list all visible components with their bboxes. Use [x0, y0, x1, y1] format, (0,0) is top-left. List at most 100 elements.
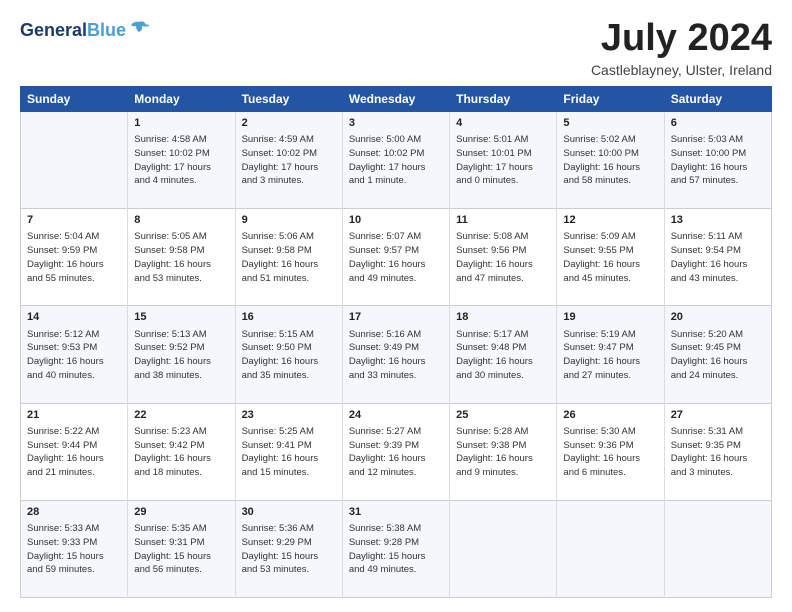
logo-bird-icon	[128, 18, 150, 40]
day-content: Sunrise: 5:03 AM Sunset: 10:00 PM Daylig…	[671, 133, 765, 188]
day-number: 26	[563, 408, 657, 423]
day-content: Sunrise: 5:22 AM Sunset: 9:44 PM Dayligh…	[27, 425, 121, 480]
calendar-cell: 6 Sunrise: 5:03 AM Sunset: 10:00 PM Dayli…	[664, 111, 771, 208]
calendar-cell: 10 Sunrise: 5:07 AM Sunset: 9:57 PM Dayli…	[342, 209, 449, 306]
logo-text: GeneralBlue	[20, 21, 126, 39]
calendar-cell: 21Sunrise: 5:22 AM Sunset: 9:44 PM Dayli…	[21, 403, 128, 500]
header-monday: Monday	[128, 86, 235, 111]
day-number: 28	[27, 505, 121, 520]
calendar-cell: 31Sunrise: 5:38 AM Sunset: 9:28 PM Dayli…	[342, 500, 449, 597]
header-tuesday: Tuesday	[235, 86, 342, 111]
calendar-cell: 24Sunrise: 5:27 AM Sunset: 9:39 PM Dayli…	[342, 403, 449, 500]
header: GeneralBlue July 2024 Castleblayney, Uls…	[20, 18, 772, 78]
day-number: 16	[242, 310, 336, 325]
day-number: 17	[349, 310, 443, 325]
calendar-cell	[664, 500, 771, 597]
day-content: Sunrise: 5:00 AM Sunset: 10:02 PM Daylig…	[349, 133, 443, 188]
day-content: Sunrise: 5:12 AM Sunset: 9:53 PM Dayligh…	[27, 328, 121, 383]
day-number: 15	[134, 310, 228, 325]
month-title: July 2024	[591, 18, 772, 60]
day-content: Sunrise: 5:33 AM Sunset: 9:33 PM Dayligh…	[27, 522, 121, 577]
day-number: 3	[349, 116, 443, 131]
day-number: 9	[242, 213, 336, 228]
calendar-table: SundayMondayTuesdayWednesdayThursdayFrid…	[20, 86, 772, 598]
day-number: 7	[27, 213, 121, 228]
day-content: Sunrise: 5:05 AM Sunset: 9:58 PM Dayligh…	[134, 230, 228, 285]
week-row-1: 1 Sunrise: 4:58 AM Sunset: 10:02 PM Dayli…	[21, 111, 772, 208]
calendar-cell: 9 Sunrise: 5:06 AM Sunset: 9:58 PM Daylig…	[235, 209, 342, 306]
day-number: 23	[242, 408, 336, 423]
calendar-cell	[450, 500, 557, 597]
page: GeneralBlue July 2024 Castleblayney, Uls…	[0, 0, 792, 612]
day-content: Sunrise: 5:25 AM Sunset: 9:41 PM Dayligh…	[242, 425, 336, 480]
day-content: Sunrise: 5:31 AM Sunset: 9:35 PM Dayligh…	[671, 425, 765, 480]
day-number: 19	[563, 310, 657, 325]
day-number: 29	[134, 505, 228, 520]
day-content: Sunrise: 4:58 AM Sunset: 10:02 PM Daylig…	[134, 133, 228, 188]
week-row-3: 14Sunrise: 5:12 AM Sunset: 9:53 PM Dayli…	[21, 306, 772, 403]
calendar-cell: 25 Sunrise: 5:28 AM Sunset: 9:38 PM Dayli…	[450, 403, 557, 500]
calendar-cell: 7 Sunrise: 5:04 AM Sunset: 9:59 PM Daylig…	[21, 209, 128, 306]
calendar-cell: 12 Sunrise: 5:09 AM Sunset: 9:55 PM Dayli…	[557, 209, 664, 306]
day-content: Sunrise: 4:59 AM Sunset: 10:02 PM Daylig…	[242, 133, 336, 188]
header-row: SundayMondayTuesdayWednesdayThursdayFrid…	[21, 86, 772, 111]
header-sunday: Sunday	[21, 86, 128, 111]
calendar-cell: 16 Sunrise: 5:15 AM Sunset: 9:50 PM Dayli…	[235, 306, 342, 403]
day-content: Sunrise: 5:01 AM Sunset: 10:01 PM Daylig…	[456, 133, 550, 188]
day-content: Sunrise: 5:20 AM Sunset: 9:45 PM Dayligh…	[671, 328, 765, 383]
calendar-cell: 22 Sunrise: 5:23 AM Sunset: 9:42 PM Dayli…	[128, 403, 235, 500]
week-row-4: 21Sunrise: 5:22 AM Sunset: 9:44 PM Dayli…	[21, 403, 772, 500]
day-content: Sunrise: 5:07 AM Sunset: 9:57 PM Dayligh…	[349, 230, 443, 285]
header-thursday: Thursday	[450, 86, 557, 111]
day-number: 12	[563, 213, 657, 228]
calendar-cell: 13Sunrise: 5:11 AM Sunset: 9:54 PM Dayli…	[664, 209, 771, 306]
day-content: Sunrise: 5:04 AM Sunset: 9:59 PM Dayligh…	[27, 230, 121, 285]
day-number: 6	[671, 116, 765, 131]
day-number: 20	[671, 310, 765, 325]
day-content: Sunrise: 5:08 AM Sunset: 9:56 PM Dayligh…	[456, 230, 550, 285]
calendar-cell: 3 Sunrise: 5:00 AM Sunset: 10:02 PM Dayli…	[342, 111, 449, 208]
day-content: Sunrise: 5:23 AM Sunset: 9:42 PM Dayligh…	[134, 425, 228, 480]
day-content: Sunrise: 5:06 AM Sunset: 9:58 PM Dayligh…	[242, 230, 336, 285]
day-number: 1	[134, 116, 228, 131]
day-content: Sunrise: 5:28 AM Sunset: 9:38 PM Dayligh…	[456, 425, 550, 480]
calendar-cell: 29 Sunrise: 5:35 AM Sunset: 9:31 PM Dayli…	[128, 500, 235, 597]
day-content: Sunrise: 5:09 AM Sunset: 9:55 PM Dayligh…	[563, 230, 657, 285]
calendar-cell	[557, 500, 664, 597]
calendar-cell: 20 Sunrise: 5:20 AM Sunset: 9:45 PM Dayli…	[664, 306, 771, 403]
calendar-cell: 28 Sunrise: 5:33 AM Sunset: 9:33 PM Dayli…	[21, 500, 128, 597]
calendar-cell: 26Sunrise: 5:30 AM Sunset: 9:36 PM Dayli…	[557, 403, 664, 500]
day-content: Sunrise: 5:02 AM Sunset: 10:00 PM Daylig…	[563, 133, 657, 188]
calendar-cell: 19 Sunrise: 5:19 AM Sunset: 9:47 PM Dayli…	[557, 306, 664, 403]
day-number: 25	[456, 408, 550, 423]
day-number: 13	[671, 213, 765, 228]
day-number: 18	[456, 310, 550, 325]
calendar-cell: 8 Sunrise: 5:05 AM Sunset: 9:58 PM Daylig…	[128, 209, 235, 306]
calendar-cell: 5Sunrise: 5:02 AM Sunset: 10:00 PM Dayli…	[557, 111, 664, 208]
day-number: 8	[134, 213, 228, 228]
day-number: 10	[349, 213, 443, 228]
calendar-cell: 27 Sunrise: 5:31 AM Sunset: 9:35 PM Dayli…	[664, 403, 771, 500]
day-number: 4	[456, 116, 550, 131]
calendar-cell	[21, 111, 128, 208]
day-number: 27	[671, 408, 765, 423]
calendar-cell: 14Sunrise: 5:12 AM Sunset: 9:53 PM Dayli…	[21, 306, 128, 403]
week-row-2: 7 Sunrise: 5:04 AM Sunset: 9:59 PM Daylig…	[21, 209, 772, 306]
calendar-cell: 23 Sunrise: 5:25 AM Sunset: 9:41 PM Dayli…	[235, 403, 342, 500]
header-friday: Friday	[557, 86, 664, 111]
day-content: Sunrise: 5:15 AM Sunset: 9:50 PM Dayligh…	[242, 328, 336, 383]
title-block: July 2024 Castleblayney, Ulster, Ireland	[591, 18, 772, 78]
calendar-cell: 11Sunrise: 5:08 AM Sunset: 9:56 PM Dayli…	[450, 209, 557, 306]
week-row-5: 28 Sunrise: 5:33 AM Sunset: 9:33 PM Dayli…	[21, 500, 772, 597]
day-content: Sunrise: 5:35 AM Sunset: 9:31 PM Dayligh…	[134, 522, 228, 577]
day-content: Sunrise: 5:36 AM Sunset: 9:29 PM Dayligh…	[242, 522, 336, 577]
day-number: 22	[134, 408, 228, 423]
logo: GeneralBlue	[20, 18, 150, 42]
calendar-cell: 18Sunrise: 5:17 AM Sunset: 9:48 PM Dayli…	[450, 306, 557, 403]
day-number: 30	[242, 505, 336, 520]
location: Castleblayney, Ulster, Ireland	[591, 62, 772, 78]
calendar-cell: 30 Sunrise: 5:36 AM Sunset: 9:29 PM Dayli…	[235, 500, 342, 597]
calendar-cell: 17Sunrise: 5:16 AM Sunset: 9:49 PM Dayli…	[342, 306, 449, 403]
day-content: Sunrise: 5:38 AM Sunset: 9:28 PM Dayligh…	[349, 522, 443, 577]
day-content: Sunrise: 5:19 AM Sunset: 9:47 PM Dayligh…	[563, 328, 657, 383]
